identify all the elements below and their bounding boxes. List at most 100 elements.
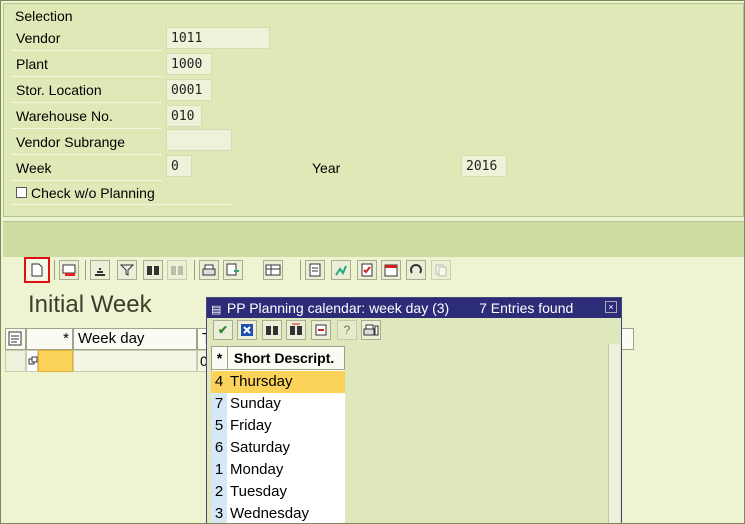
plant-label: Plant xyxy=(16,56,48,72)
list-item-label: Saturday xyxy=(230,439,291,456)
list-item-label: Wednesday xyxy=(230,505,309,522)
dialog-print-button[interactable] xyxy=(361,320,381,340)
printer-icon xyxy=(363,324,379,336)
binoculars-icon xyxy=(147,266,159,275)
list-header-label: Short Descript. xyxy=(233,350,335,366)
table-layout-icon xyxy=(265,264,281,276)
copy-button[interactable] xyxy=(431,260,451,280)
help-icon: ? xyxy=(343,323,351,337)
export-icon xyxy=(226,263,239,276)
vendor-subrange-label: Vendor Subrange xyxy=(16,134,125,150)
page-heading: Initial Week xyxy=(28,291,152,318)
week-field[interactable]: 0 xyxy=(166,155,192,177)
list-item-label: Thursday xyxy=(230,373,293,390)
vendor-label: Vendor xyxy=(16,30,61,46)
value-help-icon xyxy=(28,356,38,365)
sort-ascending-button[interactable] xyxy=(90,260,110,280)
warehouse-field[interactable]: 010 xyxy=(166,105,202,127)
list-item[interactable]: 1 Monday xyxy=(211,459,345,481)
label-divider xyxy=(12,204,232,205)
selection-group: Selection Vendor 1011 Plant 1000 Stor. L… xyxy=(3,3,744,217)
list-item-key: 5 xyxy=(211,415,227,437)
delete-row-button[interactable] xyxy=(59,260,79,280)
column-header-week-day[interactable]: Week day xyxy=(73,328,197,350)
binoculars-next-icon xyxy=(171,266,183,275)
cancel-button[interactable] xyxy=(237,320,257,340)
year-field[interactable]: 2016 xyxy=(461,155,507,177)
details-icon xyxy=(309,263,321,277)
restrict-icon xyxy=(315,324,327,336)
column-header-end xyxy=(620,328,634,350)
refresh-button[interactable] xyxy=(406,260,426,280)
table-cell xyxy=(73,350,197,372)
list-item-key: 6 xyxy=(211,437,227,459)
layout-button[interactable] xyxy=(263,260,283,280)
details-button[interactable] xyxy=(305,260,325,280)
new-entry-button[interactable] xyxy=(24,257,50,283)
delete-row-icon xyxy=(62,264,76,276)
list-item[interactable]: 7 Sunday xyxy=(211,393,345,415)
confirm-button[interactable]: ✔ xyxy=(213,320,233,340)
list-item[interactable]: 3 Wednesday xyxy=(211,503,345,523)
dialog-find-next-button[interactable] xyxy=(286,320,306,340)
close-icon: × xyxy=(608,302,614,312)
label-divider xyxy=(12,102,162,103)
dialog-restrict-button[interactable] xyxy=(311,320,331,340)
list-item[interactable]: 6 Saturday xyxy=(211,437,345,459)
toolbar-divider xyxy=(300,260,301,280)
list-item-key: 1 xyxy=(211,459,227,481)
dialog-title: PP Planning calendar: week day (3) xyxy=(226,300,450,316)
calendar-button[interactable] xyxy=(381,260,401,280)
list-column-header[interactable]: * Short Descript. xyxy=(211,346,345,370)
check-without-planning-checkbox[interactable] xyxy=(16,187,27,198)
calendar-icon xyxy=(384,264,398,277)
dialog-help-button[interactable]: ? xyxy=(337,320,357,340)
label-divider xyxy=(12,76,162,77)
f4-help-button[interactable] xyxy=(26,350,38,372)
table-settings-button[interactable] xyxy=(5,328,26,350)
sap-screen: Selection Vendor 1011 Plant 1000 Stor. L… xyxy=(0,0,745,524)
refresh-icon xyxy=(410,264,422,274)
list-item-label: Monday xyxy=(230,461,284,478)
plant-field[interactable]: 1000 xyxy=(166,53,212,75)
table-settings-icon xyxy=(8,331,22,346)
list-item-key: 3 xyxy=(211,503,227,523)
copy-icon xyxy=(435,264,447,277)
toolbar-divider xyxy=(54,260,55,280)
binoculars-next-icon xyxy=(290,323,302,335)
list-item[interactable]: 5 Friday xyxy=(211,415,345,437)
label-divider xyxy=(12,180,162,181)
vendor-field[interactable]: 1011 xyxy=(166,27,270,49)
row-selector[interactable] xyxy=(5,350,26,372)
week-day-input-cell[interactable] xyxy=(38,350,73,372)
dialog-title-bar: ▤ PP Planning calendar: week day (3) 7 E… xyxy=(207,298,621,318)
storage-location-field[interactable]: 0001 xyxy=(166,79,212,101)
check-button[interactable] xyxy=(357,260,377,280)
list-item-key: 4 xyxy=(211,371,227,393)
dialog-scroll-area[interactable] xyxy=(608,344,620,523)
list-item[interactable]: 2 Tuesday xyxy=(211,481,345,503)
graphic-icon xyxy=(335,265,347,276)
dialog-find-button[interactable] xyxy=(262,320,282,340)
list-header-star: * xyxy=(212,347,228,369)
list-item[interactable]: 4 Thursday xyxy=(211,371,345,393)
week-label: Week xyxy=(16,160,52,176)
window-icon: ▤ xyxy=(211,304,222,316)
checkmark-icon: ✔ xyxy=(217,323,229,337)
column-header-star[interactable]: * xyxy=(26,328,73,350)
filter-button[interactable] xyxy=(117,260,137,280)
list-item-label: Friday xyxy=(230,417,272,434)
check-doc-icon xyxy=(361,263,373,277)
find-next-button[interactable] xyxy=(167,260,187,280)
list-item-label: Tuesday xyxy=(230,483,287,500)
dialog-close-button[interactable]: × xyxy=(605,301,617,313)
vendor-subrange-field[interactable] xyxy=(166,129,232,151)
binoculars-icon xyxy=(266,326,278,335)
export-button[interactable] xyxy=(223,260,243,280)
graphic-button[interactable] xyxy=(331,260,351,280)
find-button[interactable] xyxy=(143,260,163,280)
check-without-planning-label: Check w/o Planning xyxy=(31,185,155,201)
separator-band xyxy=(3,221,744,257)
print-button[interactable] xyxy=(199,260,219,280)
toolbar-divider xyxy=(194,260,195,280)
